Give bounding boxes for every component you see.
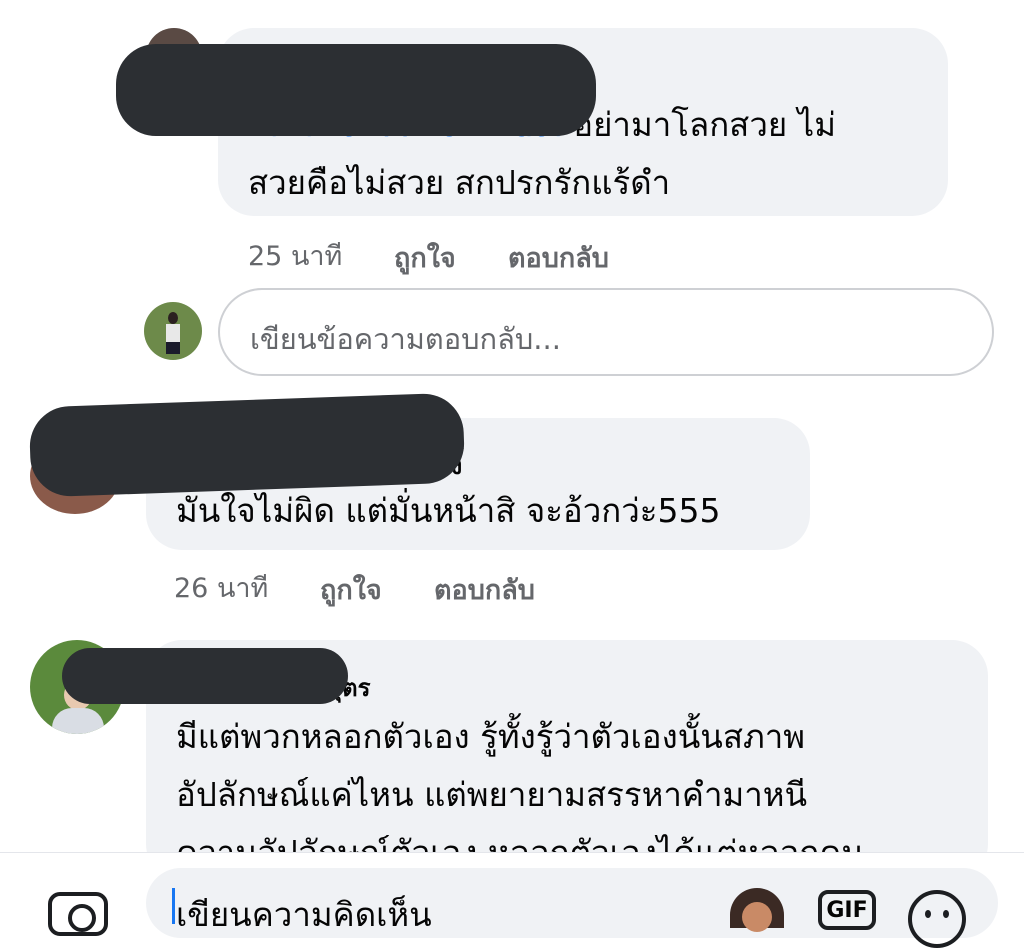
text-caret [172, 888, 175, 924]
redaction-bar [28, 392, 466, 498]
redaction-bar [62, 648, 348, 704]
reply-input-placeholder: เขียนข้อความตอบกลับ... [250, 322, 561, 356]
comment-timestamp: 25 นาที [248, 241, 343, 272]
comment-text-line: อัปลักษณ์แค่ไหน แต่พยายามสรรหาคำมาหนี [176, 775, 808, 814]
comment-timestamp: 26 นาที [174, 573, 269, 604]
comment-text-line: มีแต่พวกหลอกตัวเอง รู้ทั้งรู้ว่าตัวเองนั… [176, 717, 805, 756]
gif-label: GIF [826, 898, 868, 923]
like-button[interactable]: ถูกใจ [320, 568, 382, 611]
current-user-avatar [144, 302, 202, 360]
emoji-icon[interactable] [908, 890, 966, 948]
camera-icon[interactable] [48, 892, 108, 936]
comment-text: มันใจไม่ผิด แต่มั่นหน้าสิ จะอ้วกว่ะ555 [176, 491, 721, 530]
redaction-bar [116, 44, 596, 136]
reply-button[interactable]: ตอบกลับ [434, 568, 535, 611]
gif-button[interactable]: GIF [818, 890, 876, 930]
comment-input-placeholder: เขียนความคิดเห็น [176, 895, 432, 934]
like-button[interactable]: ถูกใจ [394, 236, 456, 279]
comment-text-line: สวยคือไม่สวย สกปรกรักแร้ดำ [248, 163, 671, 202]
reply-button[interactable]: ตอบกลับ [508, 236, 609, 279]
